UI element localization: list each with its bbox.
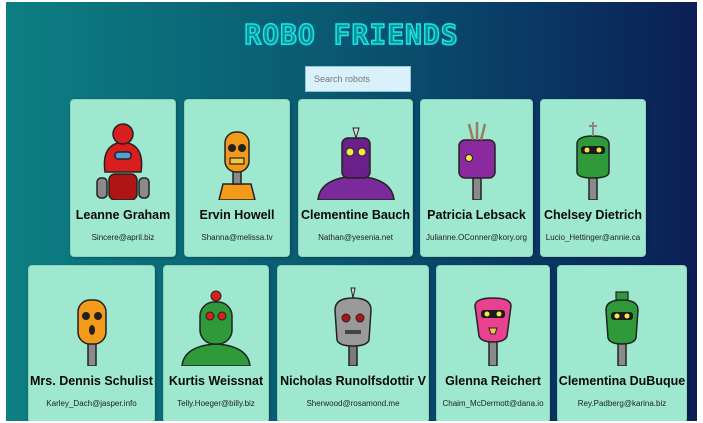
robot-card[interactable]: Mrs. Dennis Schulist Karley_Dach@jasper.… bbox=[28, 265, 155, 421]
robot-email: Sherwood@rosamond.me bbox=[306, 399, 400, 408]
robot-card[interactable]: Chelsey Dietrich Lucio_Hettinger@annie.c… bbox=[540, 99, 646, 257]
robot-card[interactable]: Clementine Bauch Nathan@yesenia.net bbox=[298, 99, 413, 257]
robot-email: Karley_Dach@jasper.info bbox=[46, 399, 137, 408]
robot-name: Glenna Reichert bbox=[445, 374, 541, 388]
green-robot-icon bbox=[181, 290, 251, 366]
search-input[interactable] bbox=[305, 66, 411, 92]
robot-name: Mrs. Dennis Schulist bbox=[30, 374, 153, 388]
app-container: ROBO FRIENDS Leanne Graham Sincere@april… bbox=[6, 2, 697, 421]
robot-email: Chaim_McDermott@dana.io bbox=[442, 399, 544, 408]
robot-card[interactable]: Patricia Lebsack Julianne.OConner@kory.o… bbox=[420, 99, 533, 257]
app-title: ROBO FRIENDS bbox=[244, 17, 459, 52]
robot-email: Julianne.OConner@kory.org bbox=[426, 233, 527, 242]
robot-card[interactable]: Glenna Reichert Chaim_McDermott@dana.io bbox=[436, 265, 550, 421]
robot-name: Nicholas Runolfsdottir V bbox=[280, 374, 426, 388]
robot-email: Lucio_Hettinger@annie.ca bbox=[545, 233, 641, 242]
robot-card[interactable]: Nicholas Runolfsdottir V Sherwood@rosamo… bbox=[277, 265, 429, 421]
robot-name: Clementine Bauch bbox=[300, 208, 411, 222]
robot-card[interactable]: Kurtis Weissnat Telly.Hoeger@billy.biz bbox=[163, 265, 269, 421]
gray-robot-icon bbox=[334, 287, 372, 366]
green-robot-icon bbox=[576, 122, 610, 200]
green-robot-icon bbox=[605, 291, 639, 366]
red-robot-icon bbox=[96, 123, 150, 200]
robot-email: Rey.Padberg@karina.biz bbox=[577, 399, 667, 408]
robot-name: Ervin Howell bbox=[199, 208, 275, 222]
robot-card[interactable]: Ervin Howell Shanna@melissa.tv bbox=[184, 99, 290, 257]
robot-email: Telly.Hoeger@billy.biz bbox=[177, 399, 255, 408]
orange-robot-icon bbox=[218, 131, 256, 200]
robot-email: Sincere@april.biz bbox=[91, 233, 155, 242]
robot-card[interactable]: Clementina DuBuque Rey.Padberg@karina.bi… bbox=[557, 265, 687, 421]
robot-email: Nathan@yesenia.net bbox=[318, 233, 393, 242]
robot-name: Leanne Graham bbox=[75, 208, 171, 222]
robot-name: Kurtis Weissnat bbox=[168, 374, 264, 388]
robot-name: Patricia Lebsack bbox=[427, 208, 526, 222]
orange-robot-icon bbox=[76, 299, 107, 366]
pink-robot-icon bbox=[474, 297, 512, 366]
purple-robot-icon bbox=[316, 127, 395, 200]
robot-email: Shanna@melissa.tv bbox=[201, 233, 273, 242]
robot-card[interactable]: Leanne Graham Sincere@april.biz bbox=[70, 99, 176, 257]
robot-name: Clementina DuBuque bbox=[558, 374, 686, 388]
robot-name: Chelsey Dietrich bbox=[544, 208, 642, 222]
purple-robot-icon bbox=[457, 122, 496, 200]
